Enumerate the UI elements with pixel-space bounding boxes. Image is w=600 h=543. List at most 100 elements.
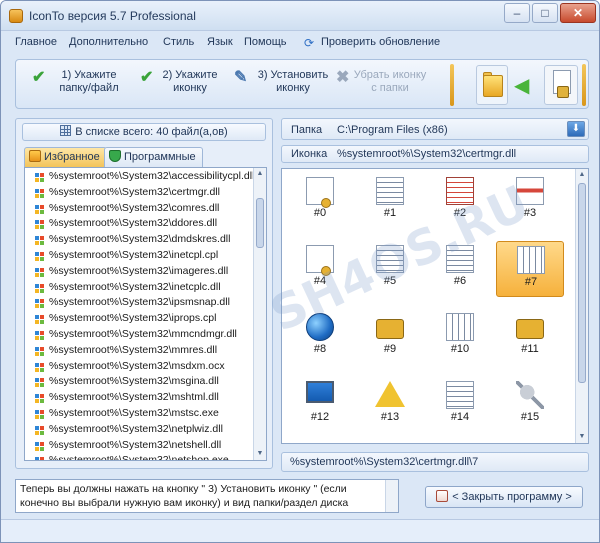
file-path-text: %systemroot%\System32\accessibilitycpl.d… (49, 170, 253, 182)
menu-main[interactable]: Главное (15, 36, 57, 48)
step4-button[interactable]: Убрать иконку с папки (350, 69, 430, 101)
file-path-text: %systemroot%\System32\inetcpl.cpl (49, 248, 219, 261)
close-window-button[interactable]: ✕ (560, 3, 596, 23)
folder-path-value: C:\Program Files (x86) (337, 124, 448, 136)
list-item[interactable]: %systemroot%\System32\inetcplc.dll (25, 280, 253, 296)
icon-index-label: #15 (520, 411, 540, 423)
menu-check-update[interactable]: Проверить обновление (321, 36, 440, 48)
list-item[interactable]: %systemroot%\System32\netshop.exe (25, 453, 253, 460)
windows-logo-icon (35, 173, 44, 182)
file-list[interactable]: %systemroot%\System32\accessibilitycpl.d… (24, 167, 267, 461)
list-item[interactable]: %systemroot%\System32\ipsmsnap.dll (25, 295, 253, 311)
step3-button[interactable]: 3) Установить иконку (250, 69, 336, 101)
lock-icon (557, 86, 569, 98)
icon-grid-scrollbar[interactable]: ▲ ▼ (575, 169, 588, 443)
step2-button[interactable]: 2) Укажите иконку (154, 69, 226, 101)
shield-icon (109, 150, 121, 162)
icon-cell[interactable]: #7 (496, 241, 564, 297)
menu-bar: Главное Дополнительно Стиль Язык Помощь … (1, 33, 599, 53)
icon-index-label: #0 (313, 207, 327, 219)
selected-icon-path: %systemroot%\System32\certmgr.dll\7 (281, 452, 589, 472)
icon-path-row: Иконка %systemroot%\System32\certmgr.dll (281, 145, 589, 163)
windows-logo-icon (35, 330, 44, 340)
windows-logo-icon (35, 204, 44, 214)
list-item[interactable]: %systemroot%\System32\mmres.dll (25, 343, 253, 359)
icon-cell[interactable]: #9 (356, 309, 424, 365)
list-item[interactable]: %systemroot%\System32\imageres.dll (25, 264, 253, 280)
file-path-text: %systemroot%\System32\msgina.dll (49, 375, 219, 388)
folder-icon (483, 75, 503, 97)
icon-index-label: #10 (450, 343, 470, 355)
minimize-button[interactable]: – (504, 3, 530, 23)
list-item[interactable]: %systemroot%\System32\dmdskres.dll (25, 232, 253, 248)
scroll-up-arrow[interactable]: ▲ (254, 168, 266, 180)
list-item[interactable]: %systemroot%\System32\ddores.dll (25, 216, 253, 232)
list-item[interactable]: %systemroot%\System32\msdxm.ocx (25, 359, 253, 375)
update-icon: ⟳ (304, 36, 315, 50)
list-item[interactable]: %systemroot%\System32\iprops.cpl (25, 311, 253, 327)
folder-label: Папка (291, 124, 323, 136)
icon-cell[interactable]: #12 (286, 377, 354, 433)
windows-logo-icon (35, 362, 44, 372)
close-program-button[interactable]: < Закрыть программу > (425, 486, 583, 508)
icon-grid-scroll-thumb[interactable] (578, 183, 586, 383)
menu-style[interactable]: Стиль (163, 36, 194, 48)
lock-icon (376, 319, 404, 339)
file-path-text: %systemroot%\System32\mmcndmgr.dll (49, 327, 237, 340)
tab-favorites-label: Избранное (44, 151, 100, 163)
list-item[interactable]: %systemroot%\System32\netplwiz.dll (25, 422, 253, 438)
status-bar (1, 519, 599, 542)
icon-cell[interactable]: #0 (286, 173, 354, 229)
folder-preview-button[interactable] (476, 65, 508, 105)
grid-scroll-up-arrow[interactable]: ▲ (576, 169, 588, 181)
windows-logo-icon (35, 299, 44, 309)
maximize-button[interactable]: □ (532, 3, 558, 23)
file-path-text: %systemroot%\System32\imageres.dll (49, 264, 229, 277)
hint-scrollbar[interactable] (385, 480, 398, 512)
list-item[interactable]: %systemroot%\System32\certmgr.dll (25, 185, 253, 201)
tab-programs[interactable]: Программные (104, 147, 203, 167)
certificate-icon (306, 177, 334, 208)
file-path-text: %systemroot%\System32\netplwiz.dll (49, 422, 223, 435)
hint-textbox[interactable]: Теперь вы должны нажать на кнопку " 3) У… (15, 479, 399, 513)
download-icon[interactable]: ⬇ (567, 121, 585, 137)
step1-button[interactable]: 1) Укажите папку/файл (49, 69, 129, 101)
toolbar: ✔ 1) Укажите папку/файл ✔ 2) Укажите ико… (15, 59, 589, 109)
list-item[interactable]: %systemroot%\System32\mmcndmgr.dll (25, 327, 253, 343)
icon-cell[interactable]: #15 (496, 377, 564, 433)
file-path-text: %systemroot%\System32\mstsc.exe (49, 406, 219, 419)
menu-help[interactable]: Помощь (244, 36, 287, 48)
scroll-down-arrow[interactable]: ▼ (254, 448, 266, 460)
menu-extra[interactable]: Дополнительно (69, 36, 148, 48)
tab-favorites[interactable]: Избранное (24, 147, 107, 167)
file-list-scroll-thumb[interactable] (256, 198, 264, 248)
list-item[interactable]: %systemroot%\System32\netshell.dll (25, 438, 253, 454)
keys-icon (516, 381, 544, 409)
icon-cell[interactable]: #13 (356, 377, 424, 433)
list-item[interactable]: %systemroot%\System32\mshtml.dll (25, 390, 253, 406)
grid-scroll-down-arrow[interactable]: ▼ (576, 431, 588, 443)
file-path-text: %systemroot%\System32\mmres.dll (49, 343, 218, 356)
icon-cell[interactable]: #10 (426, 309, 494, 365)
icon-cell[interactable]: #11 (496, 309, 564, 365)
list-item[interactable]: %systemroot%\System32\inetcpl.cpl (25, 248, 253, 264)
list-item[interactable]: %systemroot%\System32\accessibilitycpl.d… (25, 169, 253, 185)
tab-programs-label: Программные (124, 151, 196, 163)
list-item[interactable]: %systemroot%\System32\comres.dll (25, 201, 253, 217)
menu-language[interactable]: Язык (207, 36, 233, 48)
app-window: IconTo версия 5.7 Professional – □ ✕ Гла… (0, 0, 600, 543)
windows-logo-icon (35, 457, 44, 460)
binary-icon (446, 313, 474, 341)
file-list-scrollbar[interactable]: ▲ ▼ (253, 168, 266, 460)
list-item[interactable]: %systemroot%\System32\msgina.dll (25, 374, 253, 390)
windows-logo-icon (35, 409, 44, 419)
icon-index-label: #7 (524, 276, 538, 288)
wand-icon: ✎ (234, 69, 248, 86)
list-item[interactable]: %systemroot%\System32\mstsc.exe (25, 406, 253, 422)
icon-preview-button[interactable] (544, 65, 578, 105)
file-path-text: %systemroot%\System32\comres.dll (49, 201, 220, 214)
icon-cell[interactable]: #14 (426, 377, 494, 433)
windows-logo-icon (35, 283, 44, 293)
windows-logo-icon (35, 188, 44, 198)
icon-index-label: #12 (310, 411, 330, 423)
